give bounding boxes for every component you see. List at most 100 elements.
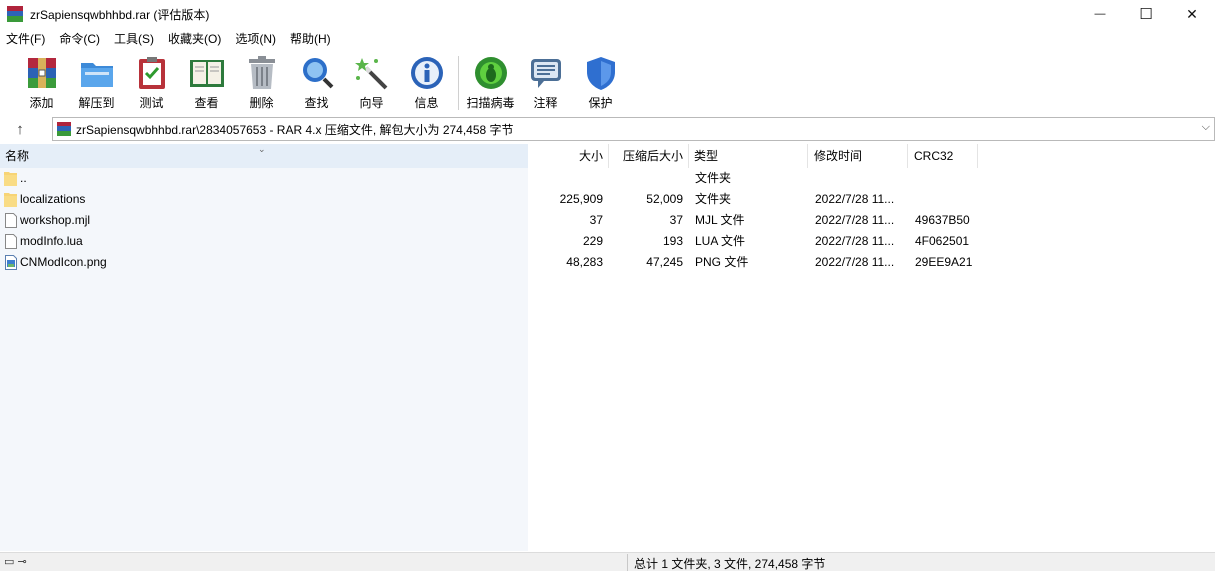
document-icon	[5, 234, 17, 249]
view-book-icon	[188, 54, 226, 92]
window-title: zrSapiensqwbhhbd.rar (评估版本)	[30, 7, 210, 22]
folder-icon	[4, 172, 17, 186]
file-type: MJL 文件	[695, 213, 745, 227]
drive-key-icon[interactable]: ▭ ⊸	[4, 555, 27, 568]
maximize-button[interactable]: ☐	[1123, 0, 1169, 28]
file-packed-size: 52,009	[646, 192, 683, 206]
toolbar: 添加 解压到 测试 查看 删除 查找 向导 信息 扫描病毒 注释 保护	[0, 50, 1215, 114]
virus-scan-label: 扫描病毒	[466, 96, 515, 110]
column-header-packed[interactable]: 压缩后大小	[608, 144, 688, 168]
address-path-box[interactable]: zrSapiensqwbhhbd.rar\2834057653 - RAR 4.…	[52, 117, 1215, 141]
file-size: 48,283	[566, 255, 603, 269]
file-size: 37	[589, 213, 603, 227]
file-packed-size: 47,245	[646, 255, 683, 269]
protect-label: 保护	[588, 96, 613, 110]
file-list: 名称 ⌄ 大小 压缩后大小 类型 修改时间 CRC32 .. 文件夹 local…	[0, 144, 1215, 551]
file-name: localizations	[20, 192, 86, 206]
status-divider	[627, 554, 628, 571]
menu-commands[interactable]: 命令(C)	[55, 28, 104, 50]
extract-to-button[interactable]: 解压到	[69, 50, 124, 112]
file-name: ..	[20, 171, 27, 185]
chevron-down-icon[interactable]: ⌵	[1202, 121, 1210, 134]
file-row-cnmodicon[interactable]: CNModIcon.png 48,283 47,245 PNG 文件 2022/…	[0, 252, 1215, 273]
file-modified: 2022/7/28 11...	[815, 234, 895, 248]
address-path: zrSapiensqwbhhbd.rar\2834057653 - RAR 4.…	[76, 122, 514, 137]
file-crc: 4F062501	[915, 234, 970, 248]
maximize-icon: ☐	[1139, 6, 1153, 23]
file-type: LUA 文件	[695, 234, 746, 248]
menu-tools[interactable]: 工具(S)	[110, 28, 158, 50]
toolbar-separator	[458, 56, 459, 110]
file-row-workshop[interactable]: workshop.mjl 37 37 MJL 文件 2022/7/28 11..…	[0, 210, 1215, 231]
delete-label: 删除	[249, 96, 274, 110]
file-row-parent[interactable]: .. 文件夹	[0, 168, 1215, 189]
image-file-icon	[5, 255, 17, 270]
protect-button[interactable]: 保护	[573, 50, 628, 112]
menu-favorites[interactable]: 收藏夹(O)	[164, 28, 225, 50]
comment-button[interactable]: 注释	[518, 50, 573, 112]
file-packed-size: 193	[662, 234, 683, 248]
file-type: PNG 文件	[695, 255, 749, 269]
comment-icon	[527, 54, 565, 92]
file-packed-size: 37	[669, 213, 683, 227]
minimize-icon: —	[1094, 8, 1106, 20]
menu-help[interactable]: 帮助(H)	[286, 28, 335, 50]
column-header-type[interactable]: 类型	[689, 144, 807, 168]
comment-label: 注释	[533, 96, 558, 110]
column-header-size[interactable]: 大小	[528, 144, 608, 168]
title-bar: zrSapiensqwbhhbd.rar (评估版本) — ☐ ✕	[0, 0, 1215, 28]
file-name: modInfo.lua	[20, 234, 83, 248]
file-type: 文件夹	[695, 171, 732, 185]
minimize-button[interactable]: —	[1077, 0, 1123, 28]
arrow-up-icon: ↑	[16, 120, 24, 138]
file-name: workshop.mjl	[20, 213, 91, 227]
view-label: 查看	[194, 96, 219, 110]
add-button[interactable]: 添加	[14, 50, 69, 112]
column-header-modified[interactable]: 修改时间	[809, 144, 907, 168]
info-label: 信息	[414, 96, 439, 110]
menu-options[interactable]: 选项(N)	[231, 28, 280, 50]
magnifier-icon	[298, 54, 336, 92]
column-header-crc[interactable]: CRC32	[909, 144, 977, 168]
find-label: 查找	[304, 96, 329, 110]
shield-icon	[582, 54, 620, 92]
view-button[interactable]: 查看	[179, 50, 234, 112]
file-name: CNModIcon.png	[20, 255, 107, 269]
wizard-wand-icon	[353, 54, 391, 92]
address-bar: ↑ zrSapiensqwbhhbd.rar\2834057653 - RAR …	[0, 116, 1215, 142]
file-modified: 2022/7/28 11...	[815, 213, 895, 227]
folder-icon	[4, 193, 17, 207]
virus-scan-button[interactable]: 扫描病毒	[463, 50, 518, 112]
file-size	[528, 168, 603, 189]
test-button[interactable]: 测试	[124, 50, 179, 112]
add-archive-icon	[23, 54, 61, 92]
column-divider	[807, 144, 808, 168]
file-type: 文件夹	[695, 192, 732, 206]
column-divider	[977, 144, 978, 168]
add-label: 添加	[29, 96, 54, 110]
wizard-button[interactable]: 向导	[344, 50, 399, 112]
extract-to-label: 解压到	[78, 96, 115, 110]
find-button[interactable]: 查找	[289, 50, 344, 112]
file-row-localizations[interactable]: localizations 225,909 52,009 文件夹 2022/7/…	[0, 189, 1215, 210]
extract-folder-icon	[78, 54, 116, 92]
test-label: 测试	[139, 96, 164, 110]
winrar-app-icon[interactable]	[7, 6, 23, 22]
status-bar: ▭ ⊸ 总计 1 文件夹, 3 文件, 274,458 字节	[0, 552, 1215, 571]
document-icon	[5, 213, 17, 228]
archive-icon	[57, 122, 71, 136]
info-button[interactable]: 信息	[399, 50, 454, 112]
close-button[interactable]: ✕	[1169, 0, 1215, 28]
status-summary: 总计 1 文件夹, 3 文件, 274,458 字节	[634, 557, 826, 571]
menu-file[interactable]: 文件(F)	[2, 28, 49, 50]
delete-button[interactable]: 删除	[234, 50, 289, 112]
file-size: 229	[582, 234, 603, 248]
up-one-level-button[interactable]: ↑	[0, 116, 40, 142]
column-divider	[907, 144, 908, 168]
column-divider	[608, 144, 609, 168]
trash-icon	[243, 54, 281, 92]
file-row-modinfo[interactable]: modInfo.lua 229 193 LUA 文件 2022/7/28 11.…	[0, 231, 1215, 252]
wizard-label: 向导	[359, 96, 384, 110]
file-crc: 29EE9A21	[915, 255, 973, 269]
file-modified: 2022/7/28 11...	[815, 255, 895, 269]
